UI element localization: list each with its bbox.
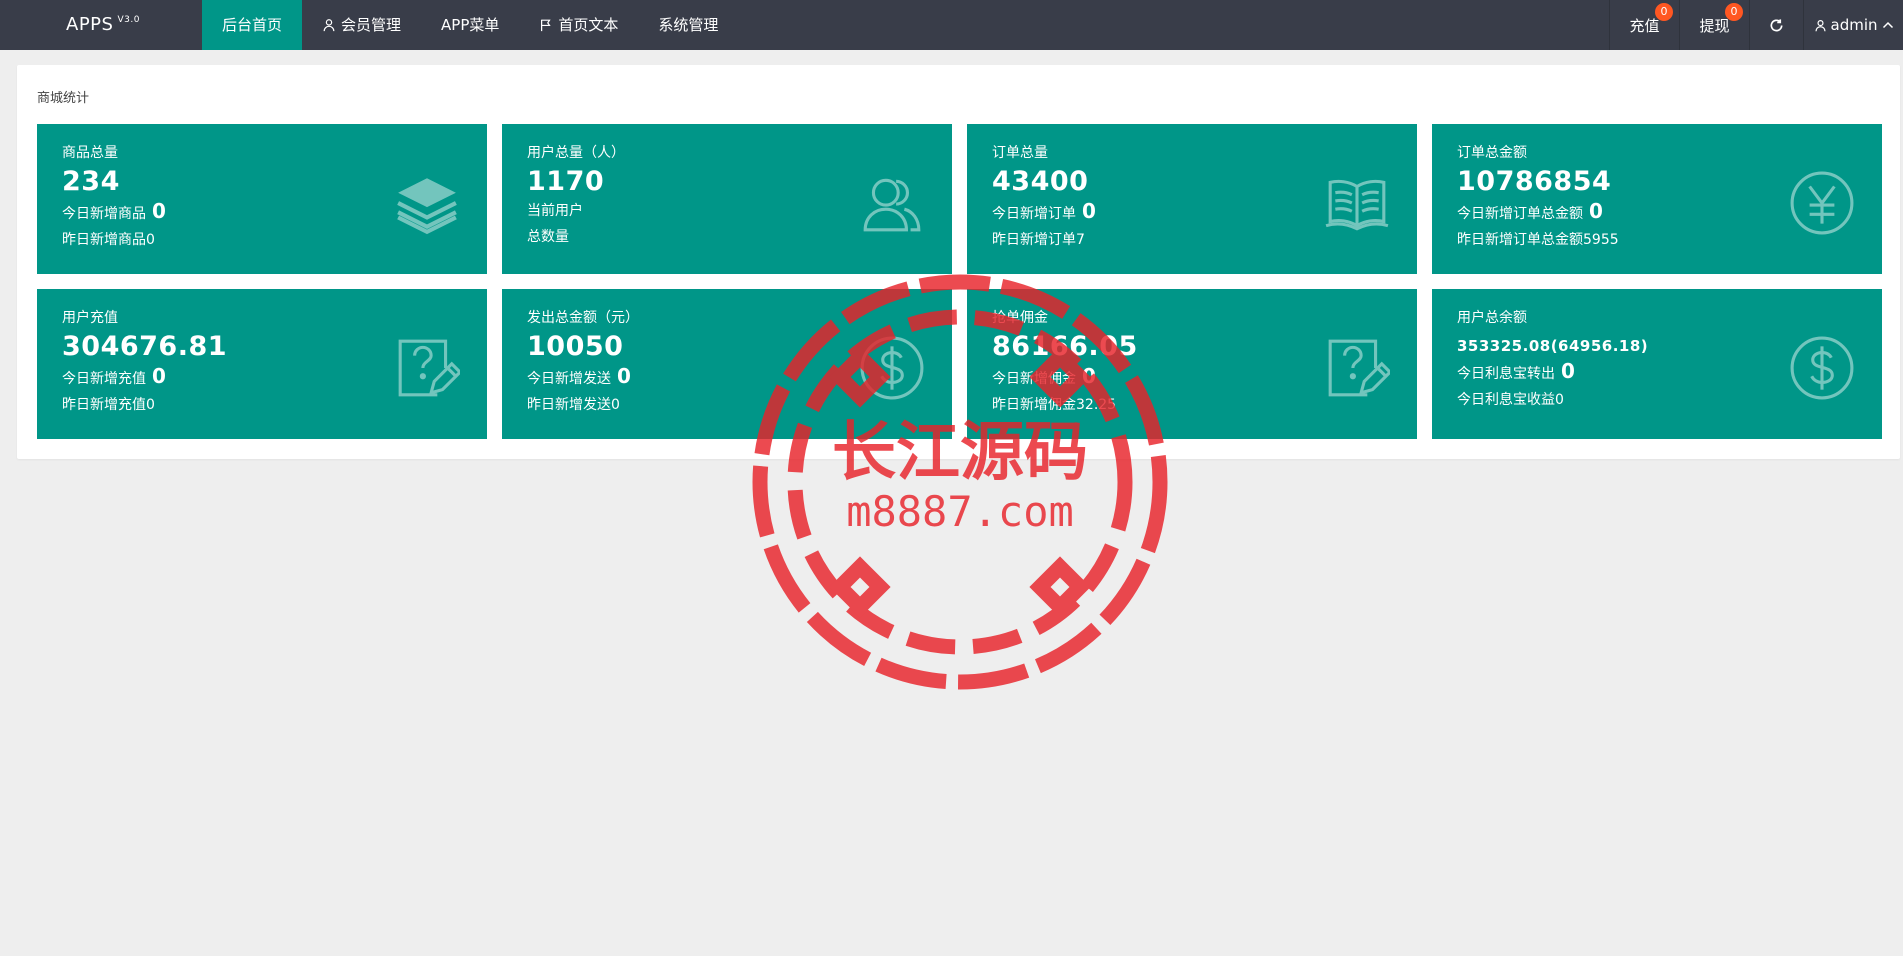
charge-button[interactable]: 充值 0 — [1609, 0, 1679, 50]
card-title: 商品总量 — [62, 145, 118, 161]
card-line2-value: 0 — [146, 397, 155, 413]
yen-icon — [1789, 170, 1855, 236]
card-line2-label: 总数量 — [527, 229, 569, 245]
app-logo[interactable]: APPS V3.0 — [66, 0, 140, 50]
nav-item-label: 首页文本 — [558, 16, 619, 34]
card-line1-value: 0 — [1082, 199, 1096, 223]
card-line1-value: 0 — [1589, 199, 1603, 223]
nav-item-label: APP菜单 — [441, 16, 500, 34]
main-nav: 后台首页 会员管理 APP菜单 首页文本 系统管理 — [202, 0, 738, 50]
stat-card-order-amount: 订单总金额 10786854 今日新增订单总金额 0 昨日新增订单总金额5955 — [1432, 124, 1882, 274]
stat-card-sent-amount: 发出总金额（元） 10050 今日新增发送 0 昨日新增发送0 — [502, 289, 952, 439]
question-doc-icon — [1324, 335, 1393, 401]
stat-card-users: 用户总量（人） 1170 当前用户 总数量 — [502, 124, 952, 274]
panel-title: 商城统计 — [37, 91, 90, 106]
card-line2-label: 昨日新增商品 — [62, 232, 146, 248]
user-menu[interactable]: admin — [1803, 0, 1903, 50]
card-line2-value: 32.25 — [1076, 397, 1117, 413]
card-line1-value: 0 — [152, 199, 166, 223]
withdraw-button[interactable]: 提现 0 — [1679, 0, 1749, 50]
card-line1-label: 当前用户 — [527, 203, 583, 219]
card-title: 用户充值 — [62, 310, 118, 326]
card-line2-value: 0 — [1555, 392, 1564, 408]
dollar-icon — [1789, 335, 1855, 401]
question-doc-icon — [394, 335, 463, 401]
app-version: V3.0 — [117, 15, 140, 25]
withdraw-label: 提现 — [1699, 16, 1730, 35]
nav-item-label: 系统管理 — [658, 16, 719, 34]
users-icon — [859, 170, 925, 236]
card-line1-label: 今日新增充值 — [62, 371, 146, 387]
dollar-icon — [859, 335, 925, 401]
card-line1-label: 今日利息宝转出 — [1457, 366, 1555, 382]
card-line1-value: 0 — [1561, 359, 1575, 383]
nav-item-system[interactable]: 系统管理 — [638, 0, 738, 50]
card-line2-label: 今日利息宝收益 — [1457, 392, 1555, 408]
nav-item-dashboard[interactable]: 后台首页 — [202, 0, 303, 50]
card-line1-value: 0 — [1082, 364, 1096, 388]
watermark-url: m8887.com — [846, 487, 1074, 536]
stats-panel: 商城统计 商品总量 234 今日新增商品 0 昨日新增商品0 用户总量（人） 11… — [17, 65, 1900, 459]
stat-card-balance: 用户总余额 353325.08(64956.18) 今日利息宝转出 0 今日利息宝… — [1432, 289, 1882, 439]
nav-item-home-text[interactable]: 首页文本 — [519, 0, 638, 50]
nav-item-label: 后台首页 — [222, 16, 283, 34]
card-line1-label: 今日新增订单 — [992, 206, 1076, 222]
user-name: admin — [1830, 16, 1878, 34]
card-line1-label: 今日新增订单总金额 — [1457, 206, 1583, 222]
withdraw-badge: 0 — [1725, 3, 1743, 21]
book-icon — [1324, 170, 1390, 236]
card-line1-value: 0 — [617, 364, 631, 388]
nav-item-label: 会员管理 — [341, 16, 402, 34]
card-title: 订单总金额 — [1457, 145, 1527, 161]
card-line2-value: 0 — [611, 397, 620, 413]
card-line2-value: 7 — [1076, 232, 1085, 248]
top-navbar: APPSV3.0 后台首页 会员管理 APP菜单 首页文本 系统管理 充值 0 — [0, 0, 1903, 50]
card-line1-label: 今日新增佣金 — [992, 371, 1076, 387]
chevron-up-icon — [1882, 19, 1894, 31]
card-title: 用户总量（人） — [527, 145, 625, 161]
card-line2-label: 昨日新增订单 — [992, 232, 1076, 248]
right-nav: 充值 0 提现 0 admin — [1609, 0, 1903, 50]
card-title: 用户总余额 — [1457, 310, 1527, 326]
card-title: 订单总量 — [992, 145, 1048, 161]
card-line2-label: 昨日新增发送 — [527, 397, 611, 413]
card-line2-label: 昨日新增订单总金额 — [1457, 232, 1583, 248]
stat-card-recharge: 用户充值 304676.81 今日新增充值 0 昨日新增充值0 — [37, 289, 487, 439]
refresh-icon — [1769, 18, 1784, 33]
charge-label: 充值 — [1629, 16, 1660, 35]
card-line1-value: 0 — [152, 364, 166, 388]
card-line2-label: 昨日新增佣金 — [992, 397, 1076, 413]
stat-card-products: 商品总量 234 今日新增商品 0 昨日新增商品0 — [37, 124, 487, 274]
card-line2-value: 0 — [146, 232, 155, 248]
card-line1-label: 今日新增发送 — [527, 371, 611, 387]
card-line2-value: 5955 — [1583, 232, 1619, 248]
card-line2-label: 昨日新增充值 — [62, 397, 146, 413]
card-line1-label: 今日新增商品 — [62, 206, 146, 222]
card-title: 抢单佣金 — [992, 310, 1048, 326]
flag-icon — [539, 18, 553, 32]
stat-card-commission: 抢单佣金 86166.05 今日新增佣金 0 昨日新增佣金32.25 — [967, 289, 1417, 439]
charge-badge: 0 — [1655, 3, 1673, 21]
stat-card-orders: 订单总量 43400 今日新增订单 0 昨日新增订单7 — [967, 124, 1417, 274]
nav-item-members[interactable]: 会员管理 — [302, 0, 421, 50]
user-icon — [322, 18, 336, 32]
nav-item-app-menu[interactable]: APP菜单 — [421, 0, 519, 50]
app-title: APPS — [66, 14, 114, 35]
user-icon — [1814, 19, 1827, 32]
layers-icon — [394, 170, 460, 236]
card-title: 发出总金额（元） — [527, 310, 639, 326]
refresh-button[interactable] — [1749, 0, 1803, 50]
